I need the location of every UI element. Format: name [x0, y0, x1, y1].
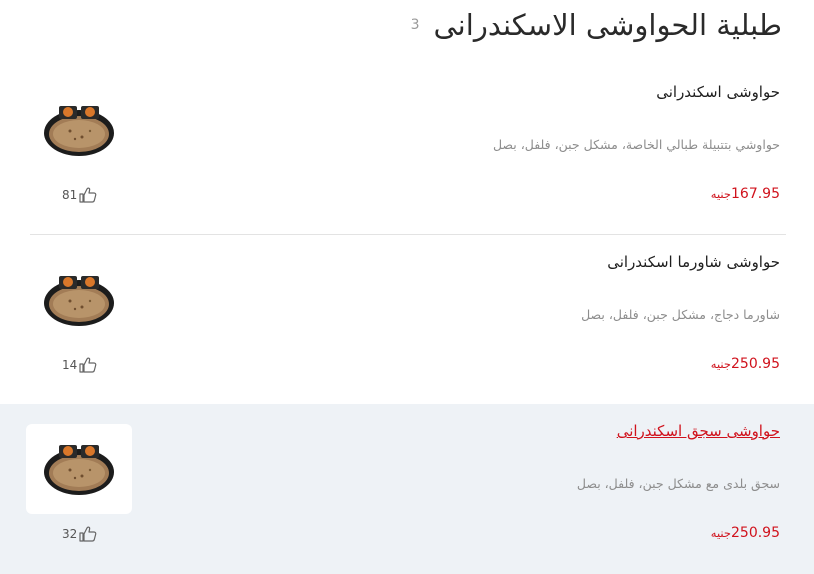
- thumbs-up-icon: [79, 526, 97, 542]
- item-description: حواوشي بتتبيلة طبالي الخاصة، مشكل جبن، ف…: [492, 137, 780, 152]
- like-count: 81: [62, 188, 78, 202]
- item-name[interactable]: حواوشى سجق اسكندرانى: [617, 422, 780, 440]
- dish-image[interactable]: [26, 255, 132, 345]
- price-value: 250.95: [731, 525, 780, 541]
- price-value: 250.95: [731, 356, 780, 372]
- dish-image-graphic: [44, 276, 114, 326]
- thumbs-up-icon: [79, 357, 97, 373]
- dish-image-graphic: [44, 445, 114, 495]
- price-currency: جنيه: [710, 357, 731, 371]
- item-name[interactable]: حواوشى شاورما اسكندرانى: [607, 253, 780, 271]
- price-currency: جنيه: [710, 187, 731, 201]
- section-item-count: 3: [410, 17, 420, 33]
- dish-image[interactable]: [26, 424, 132, 514]
- item-price: 250.95 جنيه: [711, 525, 780, 541]
- section-title: طبلية الحواوشى الاسكندرانى: [433, 8, 782, 42]
- price-value: 167.95: [731, 186, 780, 202]
- menu-section: طبلية الحواوشى الاسكندرانى 3 حواوشى اسكن…: [0, 0, 814, 574]
- item-price: 250.95 جنيه: [711, 356, 780, 372]
- thumbs-up-icon: [79, 187, 97, 203]
- like-button[interactable]: 81: [62, 187, 97, 203]
- price-currency: جنيه: [710, 526, 731, 540]
- menu-item[interactable]: حواوشى اسكندرانى حواوشي بتتبيلة طبالي ال…: [0, 65, 814, 235]
- menu-item[interactable]: حواوشى سجق اسكندرانى سجق بلدى مع مشكل جب…: [0, 404, 814, 574]
- like-button[interactable]: 14: [62, 357, 97, 373]
- section-header: طبلية الحواوشى الاسكندرانى 3: [411, 8, 782, 42]
- dish-image[interactable]: [26, 85, 132, 175]
- like-count: 32: [62, 527, 78, 541]
- like-button[interactable]: 32: [62, 526, 97, 542]
- menu-item[interactable]: حواوشى شاورما اسكندرانى شاورما دجاج، مشك…: [0, 235, 814, 405]
- item-name[interactable]: حواوشى اسكندرانى: [656, 83, 780, 101]
- dish-image-graphic: [44, 106, 114, 156]
- item-description: سجق بلدى مع مشكل جبن، فلفل، بصل: [576, 476, 780, 491]
- item-price: 167.95 جنيه: [711, 186, 780, 202]
- like-count: 14: [62, 358, 78, 372]
- item-description: شاورما دجاج، مشكل جبن، فلفل، بصل: [581, 307, 780, 322]
